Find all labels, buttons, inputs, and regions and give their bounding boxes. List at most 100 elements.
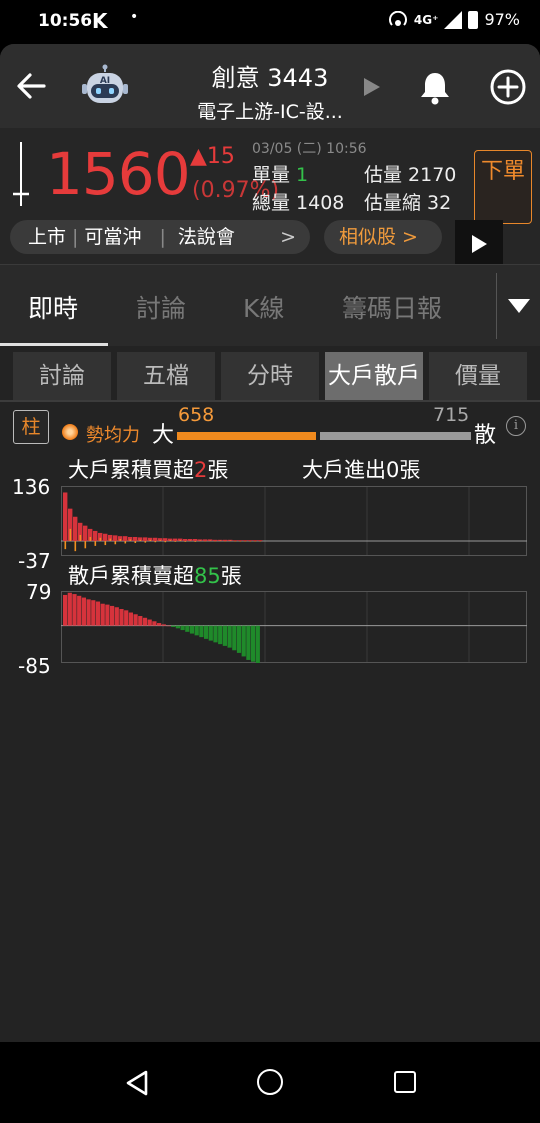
retail-bar [208,625,213,641]
play-icon[interactable] [364,78,380,96]
quote-timestamp: 03/05 (二) 10:56 [252,141,367,157]
video-play-icon[interactable] [455,220,503,268]
big-flow-bar [249,541,252,542]
big-flow-bar [89,536,92,542]
price-change: ▲15 [190,144,235,169]
back-arrow-icon[interactable] [14,68,50,104]
big-bar [163,538,168,542]
nav-home-icon[interactable] [257,1069,283,1095]
stock-tags[interactable]: 上市 | 可當沖 | 法說會 > [10,220,310,254]
big-bar [213,539,218,542]
signal-icon [444,10,463,29]
battery-icon [468,10,479,29]
big-flow-bar [104,541,107,546]
retail-bar [86,599,91,626]
big-bar [83,525,88,542]
big-bar [223,539,228,542]
big-flow-bar [74,541,77,552]
big-flow-bar [209,540,212,542]
status-time: 10:56 [38,11,93,31]
power-indicator-icon [62,424,78,440]
battery-level: 97% [484,10,520,29]
tab-chip-daily[interactable]: 籌碼日報 [342,289,442,325]
tab-kline[interactable]: K線 [243,289,284,325]
tab-realtime[interactable]: 即時 [28,289,78,325]
single-volume: 1 [296,164,309,186]
retail-bar [110,605,115,626]
retail-bar [241,625,246,657]
tab-discussion[interactable]: 討論 [136,289,186,325]
main-tabs: 即時 討論 K線 籌碼日報 [0,264,540,347]
plus-circle-icon[interactable] [489,68,527,106]
bell-icon[interactable] [416,68,454,106]
big-bar [153,537,158,542]
retail-bar [171,625,176,627]
big-chart-title-suffix: 張 [207,458,229,482]
big-flow-bar [234,541,237,542]
stock-name-code: 創意 3443 [211,64,329,92]
subtab-discussion[interactable]: 討論 [13,352,111,400]
est-shrink: 32 [427,192,452,214]
big-holder-value: 658 [178,404,215,426]
big-bar [123,536,128,542]
candle-icon [13,142,29,206]
big-flow-bar [259,541,262,542]
big-flow-bar [179,540,182,542]
ai-robot-icon[interactable]: AI [80,64,130,110]
subtab-intraday[interactable]: 分時 [221,352,319,400]
big-flow-bar [194,541,197,542]
big-bar [63,492,68,542]
retail-bar [213,625,218,643]
retail-bar [124,610,129,626]
big-bar [173,538,178,542]
big-flow-bar [94,541,97,546]
tab-divider [496,273,497,339]
sub-tabs: 討論 五檔 分時 大戶散戶 價量 [0,346,540,402]
system-nav-bar [0,1042,540,1123]
retail-bar [100,603,105,626]
retail-bar [152,621,157,626]
big-flow-bar [144,541,147,543]
subtab-order-book[interactable]: 五檔 [117,352,215,400]
nav-recent-icon[interactable] [394,1071,416,1093]
total-volume: 1408 [296,192,345,214]
retail-bar [175,625,180,629]
info-icon[interactable]: i [506,416,526,436]
big-flow-bar [204,541,207,542]
sub-tabs-divider [0,400,540,402]
est-shrink-label: 估量縮 [364,192,422,214]
big-flow-bar [149,539,152,542]
subtab-price-volume[interactable]: 價量 [429,352,527,400]
big-holder-label: 大 [152,423,175,448]
subtab-big-retail[interactable]: 大戶散戶 [325,352,423,400]
single-volume-label: 單量 [252,164,291,186]
stock-title[interactable]: 創意 3443 電子上游-IC-設... [150,58,390,124]
retail-bar [227,625,232,648]
est-volume-label: 估量 [364,164,403,186]
retail-chart-title: 散戶累積賣超85張 [68,560,242,590]
tag-listed: 上市 [28,226,67,248]
nav-back-icon[interactable] [122,1068,152,1098]
bar-mode-toggle[interactable]: 柱 [13,410,49,444]
big-flow-bar [184,541,187,542]
big-flow-bar [199,540,202,542]
order-button[interactable]: 下單 [474,150,532,224]
status-right: 4G⁺ 97% [388,10,520,29]
big-flow-bar [219,540,222,542]
big-flow-bar [99,537,102,542]
retail-bar [180,625,185,631]
header: AI 創意 3443 電子上游-IC-設... [0,44,540,128]
big-flow-bar [229,540,232,542]
chevron-right-icon: > [280,226,296,248]
retail-bar [63,594,68,626]
big-bar [243,540,248,542]
retail-bar [142,617,148,626]
retail-bar [232,625,237,651]
big-chart-title-value: 2 [194,458,208,482]
big-flow-bar [134,541,137,544]
power-label: 勢均力 [86,425,140,446]
retail-bar [319,432,471,440]
similar-stocks-button[interactable]: 相似股 > [324,220,442,254]
dropdown-arrow-icon[interactable] [508,299,530,313]
retail-bar [77,595,82,626]
